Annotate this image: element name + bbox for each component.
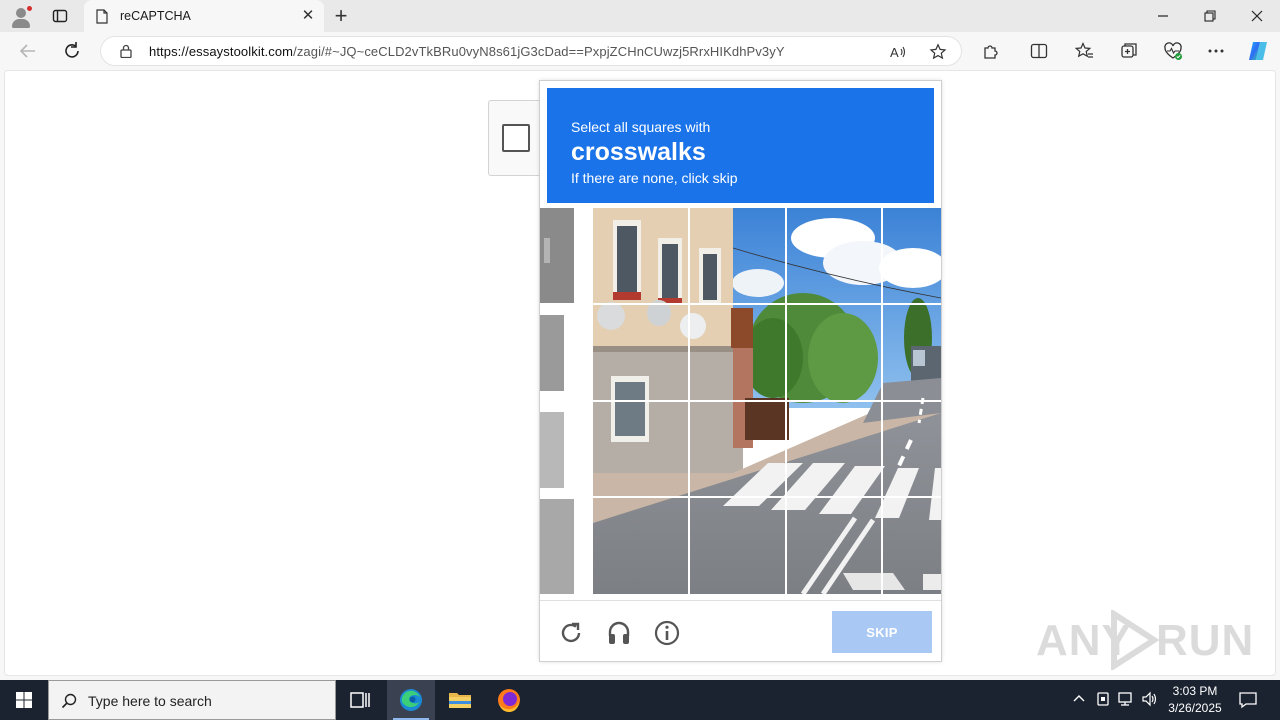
url-path: /zagi/#~JQ~ceCLD2vTkBRu0vyN8s61jG3cDad==…: [293, 44, 785, 59]
title-bar: reCAPTCHA ✕ +: [0, 0, 1280, 32]
back-icon[interactable]: [17, 40, 39, 62]
url-text[interactable]: https://essaystoolkit.com/zagi/#~JQ~ceCL…: [149, 44, 785, 59]
search-placeholder: Type here to search: [88, 693, 212, 709]
taskbar-search[interactable]: Type here to search: [48, 680, 336, 720]
reload-icon[interactable]: [557, 619, 585, 647]
taskbar: Type here to search 3:03 PM 3/26/2025: [0, 680, 1280, 720]
info-icon[interactable]: [653, 619, 681, 647]
close-tab-icon[interactable]: ✕: [300, 8, 316, 24]
close-window-icon[interactable]: [1246, 6, 1268, 26]
favorite-star-icon[interactable]: [929, 43, 947, 61]
instruction-text: Select all squares with: [571, 119, 711, 135]
footer-divider: [540, 600, 941, 601]
svg-text:A: A: [890, 45, 899, 60]
recaptcha-checkbox[interactable]: [502, 124, 530, 152]
tab-recaptcha[interactable]: reCAPTCHA ✕: [84, 0, 324, 32]
url-domain: https://essaystoolkit.com: [149, 44, 294, 59]
search-icon: [61, 693, 77, 709]
copilot-icon[interactable]: [1246, 39, 1270, 63]
settings-more-icon[interactable]: [1206, 41, 1226, 61]
play-logo-icon: [1111, 610, 1160, 670]
edge-taskbar-button[interactable]: [387, 680, 435, 720]
minimize-icon[interactable]: [1152, 6, 1174, 26]
collections-icon[interactable]: [1119, 41, 1139, 61]
refresh-icon[interactable]: [61, 40, 83, 62]
instruction-hint: If there are none, click skip: [571, 170, 738, 186]
volume-icon[interactable]: [1141, 690, 1159, 708]
previous-image-strip: [540, 208, 574, 594]
split-screen-icon[interactable]: [1029, 41, 1049, 61]
profile-avatar-icon[interactable]: [8, 4, 34, 30]
task-view-icon[interactable]: [336, 680, 384, 720]
windows-start-icon[interactable]: [0, 680, 48, 720]
page-icon: [96, 9, 108, 24]
read-aloud-icon[interactable]: A: [889, 43, 907, 61]
clock-time: 3:03 PM: [1172, 684, 1218, 698]
clock-date: 3/26/2025: [1168, 701, 1222, 715]
tab-title: reCAPTCHA: [120, 9, 191, 23]
anyrun-watermark: ANY RUN: [1036, 608, 1253, 672]
target-object: crosswalks: [571, 138, 706, 166]
show-hidden-icons[interactable]: [1070, 690, 1088, 708]
favorites-icon[interactable]: [1074, 41, 1094, 61]
extensions-icon[interactable]: [981, 41, 1001, 61]
skip-button[interactable]: SKIP: [832, 611, 932, 653]
url-bar[interactable]: https://essaystoolkit.com/zagi/#~JQ~ceCL…: [100, 36, 962, 66]
lock-icon[interactable]: [119, 44, 133, 58]
file-explorer-icon[interactable]: [436, 680, 484, 720]
watermark-text-right: RUN: [1156, 616, 1255, 665]
edge-icon: [400, 689, 422, 711]
network-icon[interactable]: [1117, 690, 1135, 708]
firefox-icon[interactable]: [485, 680, 533, 720]
browser-essentials-icon[interactable]: [1163, 41, 1183, 61]
headphones-icon[interactable]: [605, 619, 633, 647]
restore-icon[interactable]: [1199, 6, 1221, 26]
captcha-challenge: Select all squares with crosswalks If th…: [539, 80, 942, 662]
tab-actions-icon[interactable]: [52, 8, 68, 24]
notifications-icon[interactable]: [1238, 690, 1258, 710]
address-bar: https://essaystoolkit.com/zagi/#~JQ~ceCL…: [0, 32, 1280, 70]
system-clock[interactable]: 3:03 PM 3/26/2025: [1160, 683, 1230, 717]
device-icon[interactable]: [1094, 690, 1112, 708]
recaptcha-anchor: [488, 100, 542, 176]
captcha-instruction-banner: Select all squares with crosswalks If th…: [547, 88, 934, 203]
captcha-image-grid: [593, 208, 941, 594]
new-tab-button[interactable]: +: [330, 5, 352, 28]
